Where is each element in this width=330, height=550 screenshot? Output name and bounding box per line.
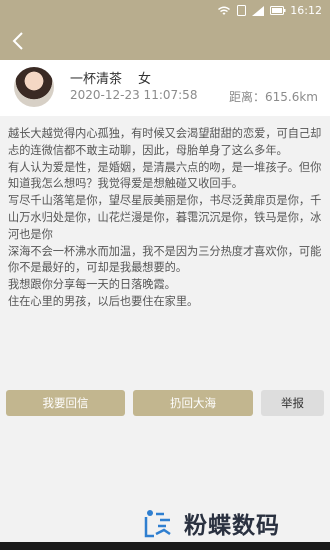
chevron-left-icon (12, 32, 23, 50)
action-bar: 我要回信 扔回大海 举报 (0, 390, 330, 416)
battery-icon (270, 6, 286, 15)
status-icons (217, 5, 286, 16)
letter-paragraph: 我想跟你分享每一天的日落晚霞。 (8, 278, 176, 292)
wifi-icon (218, 6, 230, 15)
avatar[interactable] (14, 67, 54, 107)
watermark-text: 粉蝶数码 (184, 513, 280, 539)
status-bar: 16:12 (0, 0, 330, 22)
bottom-strip (0, 542, 330, 550)
letter-timestamp: 2020-12-23 11:07:58 (70, 88, 198, 102)
reply-button[interactable]: 我要回信 (6, 390, 125, 416)
sender-name: 一杯清茶 (70, 72, 123, 87)
watermark: 粉蝶数码 (140, 505, 322, 541)
back-button[interactable] (8, 30, 30, 52)
letter-paragraph: 深海不会一杯沸水而加温，我不是因为三分热度才喜欢你，可能你不是最好的，可却是我最… (8, 244, 322, 275)
report-button[interactable]: 举报 (261, 390, 324, 416)
nav-bar (0, 22, 330, 60)
letter-paragraph: 写尽千山落笔是你，望尽星辰美丽是你，书尽泛黄扉页是你，千山万水归处是你，山花烂漫… (8, 194, 322, 241)
sender-gender: 女 (138, 72, 152, 87)
status-time: 16:12 (290, 4, 322, 17)
sender-profile: 一杯清茶 女 2020-12-23 11:07:58 距离：615.6km (0, 60, 330, 116)
letter-paragraph: 有人认为爱是性，是婚姻，是清晨六点的吻，是一堆孩子。但你知道我怎么想吗？我觉得爱… (8, 160, 322, 191)
letter-body: 越长大越觉得内心孤独，有时候又会渴望甜甜的恋爱，可自己却忐的连微信都不敢主动聊，… (8, 126, 322, 311)
distance-label: 距离： (228, 90, 265, 104)
distance-value: 615.6km (265, 90, 318, 104)
signal-icon (252, 5, 264, 16)
sim-icon (237, 5, 246, 16)
distance: 距离：615.6km (229, 88, 318, 105)
butterfly-logo-icon (144, 510, 171, 538)
throw-back-button[interactable]: 扔回大海 (133, 390, 253, 416)
letter-paragraph: 住在心里的男孩，以后也要住在家里。 (8, 294, 199, 308)
letter-paragraph: 越长大越觉得内心孤独，有时候又会渴望甜甜的恋爱，可自己却忐的连微信都不敢主动聊，… (8, 127, 322, 157)
